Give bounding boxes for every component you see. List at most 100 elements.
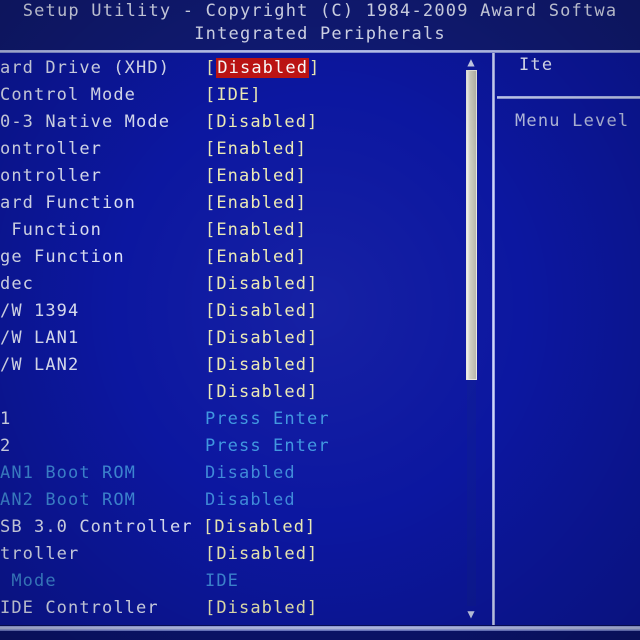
- setting-value-text[interactable]: Disabled: [216, 112, 307, 132]
- value-close-bracket: ]: [295, 166, 308, 186]
- value-close-bracket: ]: [307, 355, 319, 375]
- settings-row[interactable]: ard Drive (XHD) [Disabled]: [0, 58, 452, 85]
- settings-row[interactable]: SB 3.0 Controller [Disabled]: [0, 517, 452, 544]
- value-open-bracket: [: [205, 220, 217, 240]
- setting-value-text[interactable]: Disabled: [216, 274, 307, 294]
- setting-value[interactable]: [Disabled]: [205, 382, 318, 402]
- settings-row[interactable]: troller [Disabled]: [0, 544, 452, 571]
- setting-value[interactable]: [Disabled]: [205, 58, 320, 78]
- settings-row[interactable]: /W LAN2 [Disabled]: [0, 355, 452, 382]
- settings-row[interactable]: dec [Disabled]: [0, 274, 452, 301]
- settings-row[interactable]: ontroller [Enabled]: [0, 139, 452, 166]
- settings-row[interactable]: 2 Press Enter: [0, 436, 452, 463]
- settings-row[interactable]: ontroller [Enabled]: [0, 166, 452, 193]
- settings-row[interactable]: AN1 Boot ROM Disabled: [0, 463, 452, 490]
- setting-label: ge Function: [0, 247, 125, 267]
- settings-row[interactable]: Control Mode [IDE]: [0, 85, 452, 112]
- setting-value[interactable]: [Disabled]: [205, 112, 318, 132]
- setting-label: IDE Controller: [0, 598, 159, 618]
- setting-label: AN2 Boot ROM: [0, 490, 137, 510]
- setting-value-text[interactable]: Enabled: [216, 247, 295, 267]
- setting-value[interactable]: [Enabled]: [205, 193, 307, 213]
- value-open-bracket: [: [205, 274, 217, 294]
- setting-value-text[interactable]: Disabled: [216, 544, 307, 564]
- settings-row[interactable]: Function [Enabled]: [0, 220, 452, 247]
- setting-value-text[interactable]: Press Enter: [205, 436, 330, 456]
- settings-scrollbar[interactable]: ▲ ▼: [461, 53, 481, 625]
- setting-value[interactable]: [IDE]: [205, 85, 262, 105]
- setting-value[interactable]: [Enabled]: [205, 247, 307, 267]
- value-close-bracket: ]: [307, 382, 319, 402]
- setting-label: Mode: [0, 571, 57, 591]
- setting-label: Control Mode: [0, 85, 137, 105]
- settings-row[interactable]: ard Function [Enabled]: [0, 193, 452, 220]
- setting-value-text[interactable]: Disabled: [205, 463, 296, 483]
- value-open-bracket: [: [205, 328, 217, 348]
- settings-row[interactable]: ge Function [Enabled]: [0, 247, 452, 274]
- value-close-bracket: ]: [295, 193, 308, 213]
- setting-value-text[interactable]: Press Enter: [205, 409, 330, 429]
- setting-value-text[interactable]: Enabled: [216, 166, 295, 186]
- settings-row[interactable]: 0-3 Native Mode [Disabled]: [0, 112, 452, 139]
- setting-value-selected[interactable]: Disabled: [216, 58, 310, 78]
- settings-row[interactable]: AN2 Boot ROM Disabled: [0, 490, 452, 517]
- value-open-bracket: [: [203, 517, 215, 537]
- settings-row[interactable]: IDE Controller [Disabled]: [0, 598, 452, 625]
- setting-value-text[interactable]: IDE: [216, 85, 250, 105]
- setting-value[interactable]: Disabled: [205, 490, 296, 510]
- setting-value[interactable]: [Disabled]: [205, 598, 318, 618]
- value-open-bracket: [: [205, 193, 217, 213]
- settings-row[interactable]: [Disabled]: [0, 382, 452, 409]
- setting-label: ontroller: [0, 139, 103, 159]
- scroll-down-arrow-icon[interactable]: ▼: [462, 607, 480, 621]
- value-close-bracket: ]: [250, 85, 262, 105]
- scroll-up-arrow-icon[interactable]: ▲: [462, 55, 480, 69]
- setting-value-text[interactable]: Disabled: [216, 598, 307, 618]
- footer-strip: [0, 631, 640, 640]
- setting-value-text[interactable]: IDE: [205, 571, 239, 591]
- value-close-bracket: ]: [307, 274, 319, 294]
- setting-value[interactable]: IDE: [205, 571, 239, 591]
- setting-value[interactable]: [Disabled]: [205, 301, 318, 321]
- setting-value-text[interactable]: Disabled: [216, 301, 307, 321]
- setting-value[interactable]: [Enabled]: [205, 220, 307, 240]
- value-close-bracket: ]: [307, 328, 319, 348]
- settings-row[interactable]: /W 1394 [Disabled]: [0, 301, 452, 328]
- bios-header: Setup Utility - Copyright (C) 1984-2009 …: [0, 0, 640, 50]
- setting-label: SB 3.0 Controller: [0, 517, 193, 537]
- panel-divider: [492, 53, 495, 625]
- setting-value[interactable]: [Disabled]: [203, 517, 316, 537]
- setting-value[interactable]: [Enabled]: [205, 139, 307, 159]
- setting-value[interactable]: Disabled: [205, 463, 296, 483]
- setting-label: 1: [0, 409, 12, 429]
- value-open-bracket: [: [205, 139, 217, 159]
- scrollbar-thumb[interactable]: [466, 70, 477, 380]
- setting-value-text[interactable]: Disabled: [216, 328, 307, 348]
- setting-value[interactable]: [Enabled]: [205, 166, 307, 186]
- settings-row[interactable]: Mode IDE: [0, 571, 452, 598]
- setting-value[interactable]: [Disabled]: [205, 328, 318, 348]
- setting-value-text[interactable]: Disabled: [216, 355, 307, 375]
- setting-value[interactable]: Press Enter: [205, 436, 330, 456]
- value-open-bracket: [: [205, 598, 217, 618]
- setting-label: dec: [0, 274, 35, 294]
- setting-value-text[interactable]: Enabled: [216, 193, 295, 213]
- value-close-bracket: ]: [295, 220, 308, 240]
- setting-label: AN1 Boot ROM: [0, 463, 137, 483]
- settings-row[interactable]: /W LAN1 [Disabled]: [0, 328, 452, 355]
- setting-value-text[interactable]: Disabled: [205, 490, 296, 510]
- setting-value[interactable]: [Disabled]: [205, 274, 318, 294]
- value-close-bracket: ]: [305, 517, 317, 537]
- setting-label: 0-3 Native Mode: [0, 112, 171, 132]
- setting-value[interactable]: Press Enter: [205, 409, 330, 429]
- setting-value[interactable]: [Disabled]: [205, 544, 318, 564]
- setting-value[interactable]: [Disabled]: [205, 355, 318, 375]
- value-open-bracket: [: [205, 112, 217, 132]
- settings-row[interactable]: 1 Press Enter: [0, 409, 452, 436]
- setting-value-text[interactable]: Enabled: [216, 139, 295, 159]
- value-close-bracket: ]: [295, 139, 308, 159]
- value-open-bracket: [: [205, 382, 217, 402]
- setting-value-text[interactable]: Disabled: [216, 382, 307, 402]
- setting-value-text[interactable]: Enabled: [216, 220, 295, 240]
- setting-value-text[interactable]: Disabled: [214, 517, 305, 537]
